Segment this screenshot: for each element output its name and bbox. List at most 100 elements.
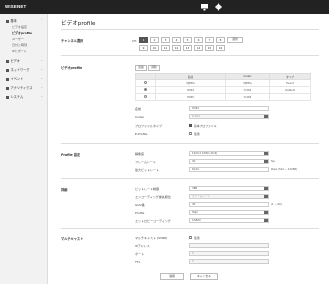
resolution-select[interactable]: 1920 X 1080 (16:9): [189, 151, 269, 156]
monitor-icon[interactable]: [200, 3, 209, 11]
sidebar-item-video[interactable]: ビデオ: [6, 58, 20, 63]
sidebar-item-basic[interactable]: 基本: [6, 18, 17, 23]
cancel-button[interactable]: キャンセル: [190, 273, 218, 280]
channel-button[interactable]: 4: [172, 37, 181, 43]
gov-input[interactable]: 30: [189, 202, 269, 207]
page-title: ビデオprofile: [61, 21, 96, 27]
video-profile-section-title: ビデオprofile: [61, 66, 83, 70]
channel-button[interactable]: 6: [194, 37, 203, 43]
channel-button[interactable]: 14: [194, 45, 203, 51]
divider: [61, 228, 319, 229]
gear-icon[interactable]: [214, 3, 223, 11]
sidebar-item-analytics[interactable]: アナリティクス: [6, 85, 32, 90]
default-profile-checkbox[interactable]: [189, 124, 192, 127]
table-cell-type: Event: [269, 79, 311, 87]
analytics-icon: [6, 86, 9, 90]
codec-select[interactable]: H.264: [189, 114, 269, 119]
max-bitrate-label: 最大ビットレート: [135, 168, 160, 172]
brand-logo: WISENET: [5, 4, 27, 9]
name-label: 名前: [135, 107, 142, 111]
add-profile-button[interactable]: 追加: [135, 65, 147, 71]
row-radio-button[interactable]: [144, 88, 147, 91]
multicast-ip-input[interactable]: [189, 243, 269, 248]
row-radio-button[interactable]: [144, 81, 147, 84]
table-cell-codec: H.264: [225, 86, 270, 94]
gov-note: (1 ~ 60): [271, 203, 282, 206]
channel-button[interactable]: 5: [183, 37, 192, 43]
channel-button[interactable]: 8: [216, 37, 225, 43]
channel-apply-button[interactable]: 適用: [227, 37, 243, 43]
top-bar: WISENET: [0, 0, 329, 14]
ch-label: CH: [132, 39, 137, 43]
channel-button[interactable]: 13: [183, 45, 192, 51]
table-cell-codec: H.265: [225, 93, 270, 101]
sidebar-item-event[interactable]: イベント: [6, 76, 23, 81]
row-select-cell: [135, 79, 156, 87]
resolution-label: 解像度: [135, 152, 145, 156]
multicast-section-title: マルチキャスト: [61, 237, 84, 241]
row-radio-button[interactable]: [144, 95, 147, 98]
table-row[interactable]: H265 H.265: [135, 93, 311, 101]
default-profile-checkbox-label: 基本プロファイル: [194, 124, 217, 128]
channel-button[interactable]: 2: [150, 37, 159, 43]
h264-profile-label: Profile: [135, 211, 145, 215]
h264-profile-select[interactable]: High: [189, 210, 269, 215]
table-cell-name: H265: [155, 93, 226, 101]
sidebar-subitem-datetime[interactable]: 日付と時刻: [12, 43, 27, 47]
e-profile-checkbox-label: 使用: [194, 132, 200, 136]
divider: [61, 55, 319, 56]
channel-button[interactable]: 9: [139, 45, 148, 51]
multicast-svnp-checkbox-label: 使用: [194, 236, 200, 240]
channel-button[interactable]: 12: [172, 45, 181, 51]
encoding-priority-select[interactable]: フレームレート: [189, 194, 269, 199]
multicast-svnp-label: マルチキャスト (SVNP): [135, 236, 168, 240]
entropy-coding-label: エントロピーコーディング: [135, 219, 171, 223]
divider: [61, 178, 319, 179]
table-cell-type: [269, 93, 311, 101]
profile-type-label: プロファイルタイプ: [135, 124, 163, 128]
chevron-up-icon: ⌃: [40, 18, 43, 22]
channel-button[interactable]: 10: [150, 45, 159, 51]
sidebar-subitem-video-profile[interactable]: ビデオprofile: [12, 31, 32, 35]
multicast-port-input[interactable]: 0: [189, 251, 269, 256]
multicast-ttl-input[interactable]: 5: [189, 259, 269, 264]
framerate-unit: fps: [271, 160, 275, 163]
channel-button[interactable]: 16: [216, 45, 225, 51]
table-cell-name: MJPEG: [155, 79, 226, 87]
channel-button[interactable]: 7: [205, 37, 214, 43]
chevron-down-icon: ⌄: [40, 94, 43, 98]
sidebar-item-system[interactable]: システム: [6, 94, 23, 99]
profile-name-input[interactable]: H264: [189, 106, 269, 111]
sidebar-subitem-video-settings[interactable]: ビデオ設定: [12, 25, 27, 29]
channel-button[interactable]: 15: [205, 45, 214, 51]
max-bitrate-note: kbps (512 ~ 12288): [271, 168, 298, 171]
ttl-label: TTL: [135, 260, 141, 264]
channel-button[interactable]: 1: [139, 37, 148, 43]
codec-label: Codec: [135, 115, 145, 119]
profile-settings-section-title: Profile 設定: [61, 153, 81, 157]
sidebar-subitem-ip-port[interactable]: IPとポート: [12, 49, 27, 53]
bitrate-control-select[interactable]: VBR: [189, 186, 269, 191]
channel-button[interactable]: 3: [161, 37, 170, 43]
info-icon: [6, 19, 9, 23]
divider: [61, 29, 319, 30]
profile-table: 名前 Codec タイプ MJPEG MJPEG Event H264 H.264 Def…: [135, 73, 311, 101]
e-profile-checkbox[interactable]: [189, 132, 192, 135]
encoding-priority-label: エンコーディング優先順位: [135, 195, 171, 199]
multicast-svnp-checkbox[interactable]: [189, 236, 192, 239]
sidebar: 基本 ⌃ ビデオ設定 ビデオprofile ユーザー 日付と時刻 IPとポート …: [0, 14, 48, 284]
sidebar-subitem-user[interactable]: ユーザー: [12, 37, 24, 41]
framerate-select[interactable]: 30: [189, 159, 269, 164]
apply-button[interactable]: 適用: [160, 273, 184, 280]
bitrate-control-label: ビットレート制御: [135, 187, 160, 191]
entropy-coding-select[interactable]: CABAC: [189, 218, 269, 223]
table-row[interactable]: MJPEG MJPEG Event: [135, 79, 311, 87]
chevron-down-icon: ⌄: [40, 67, 43, 71]
max-bitrate-input[interactable]: 6144: [189, 167, 269, 172]
sidebar-item-network[interactable]: ネットワーク: [6, 67, 30, 72]
chevron-down-icon: ⌄: [40, 85, 43, 89]
port-label: ポート: [135, 252, 145, 256]
table-row[interactable]: H264 H.264 Default: [135, 86, 311, 94]
delete-profile-button[interactable]: 削除: [148, 65, 160, 71]
channel-button[interactable]: 11: [161, 45, 170, 51]
